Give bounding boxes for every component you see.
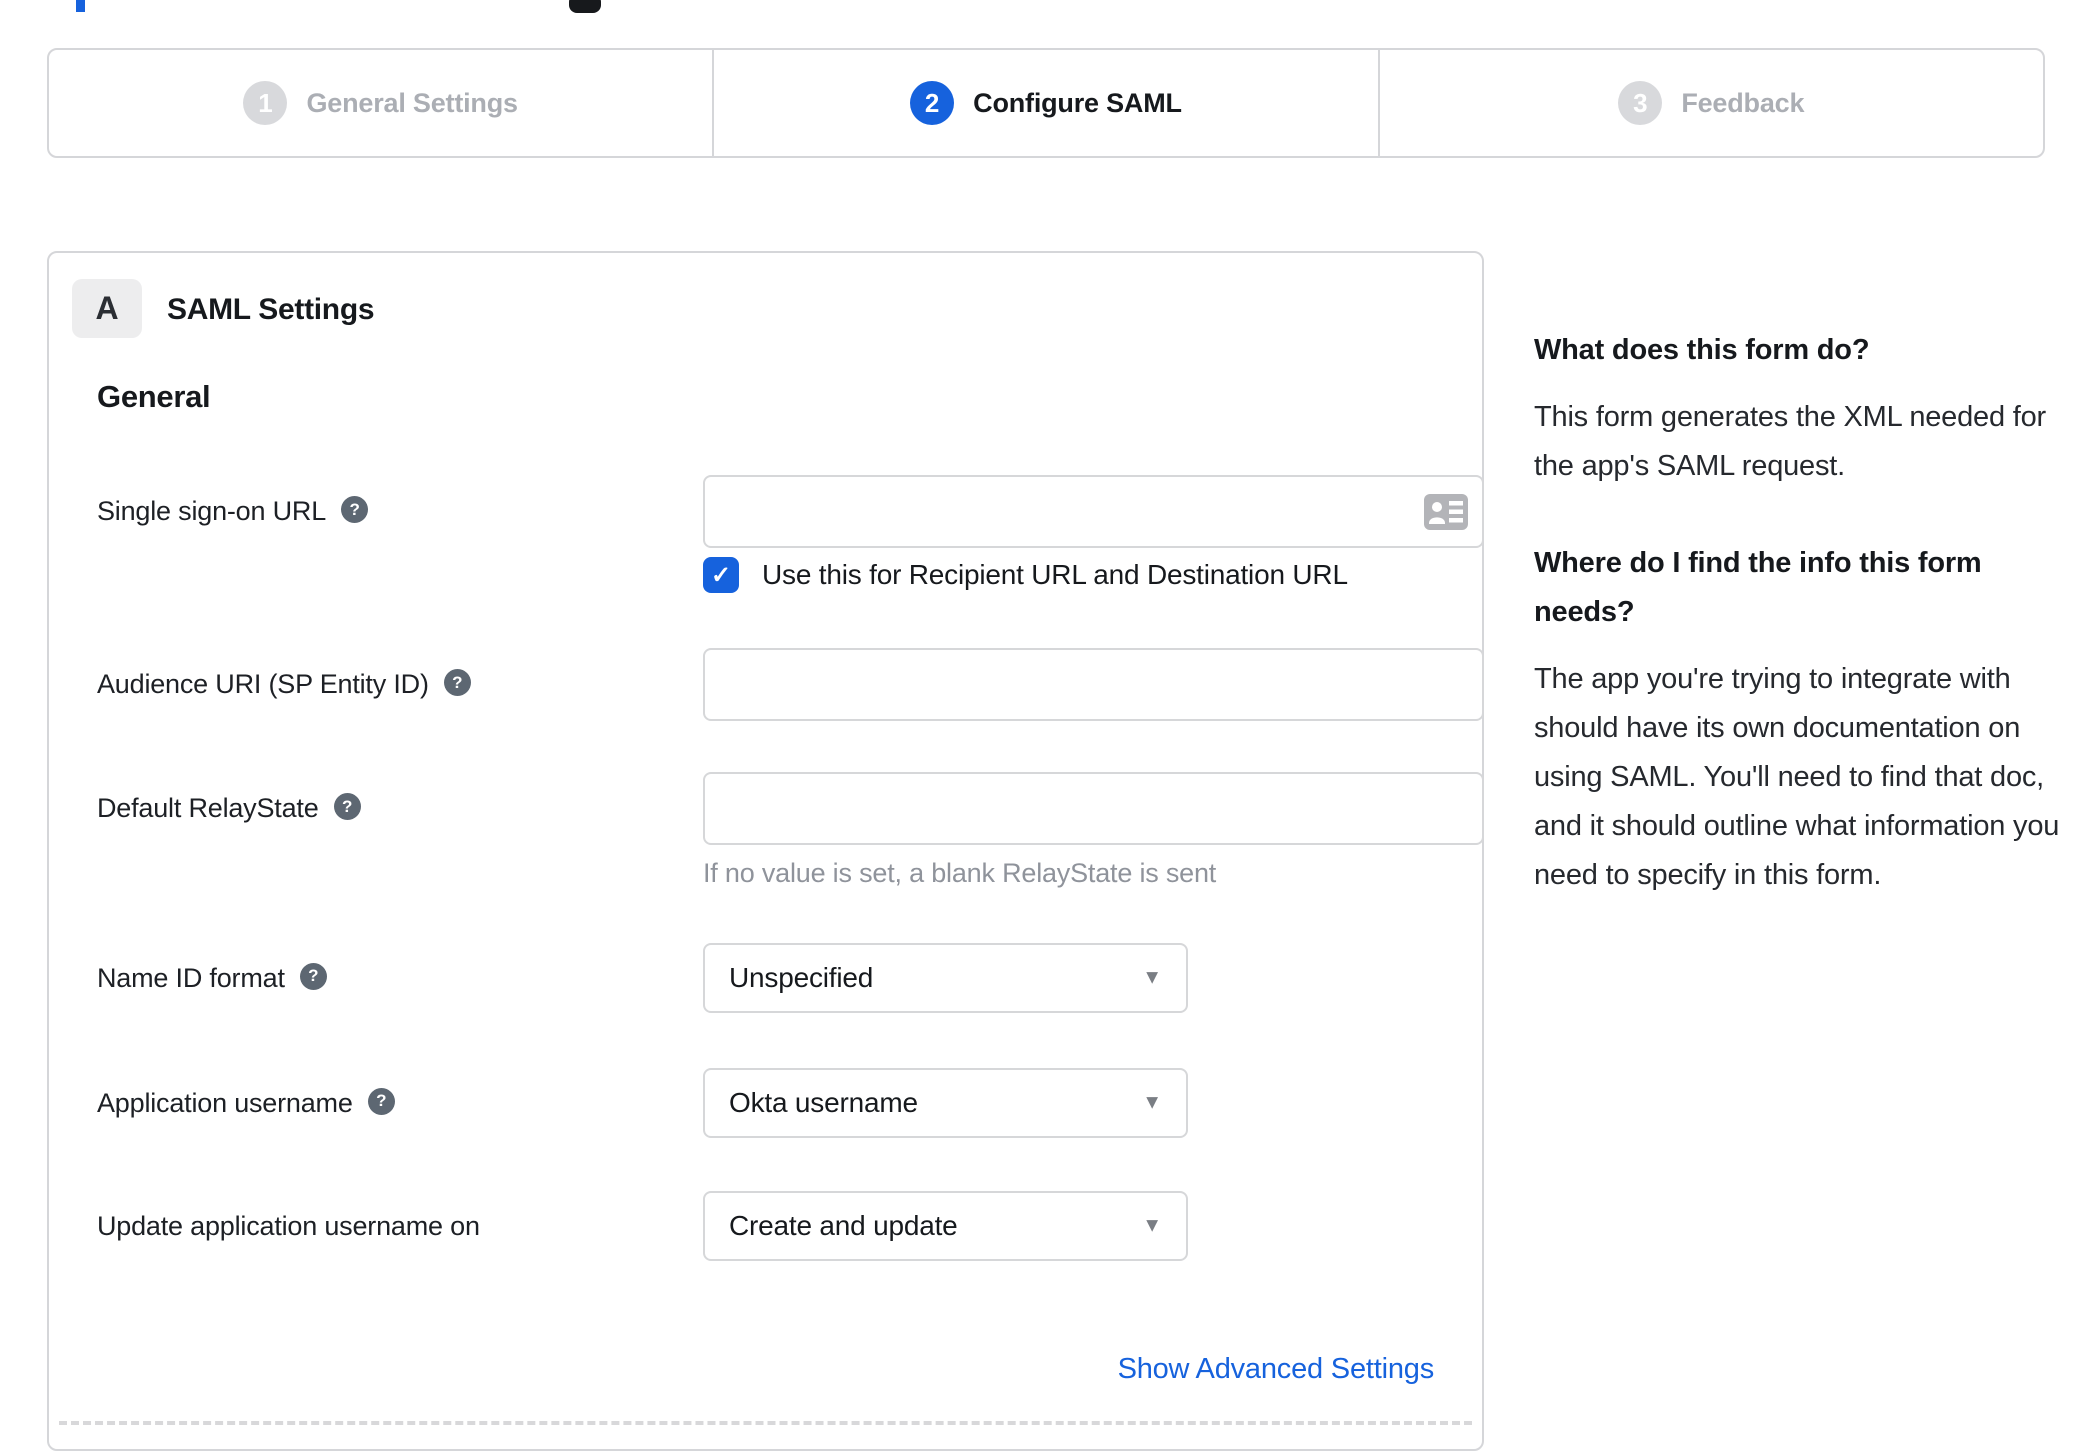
help-heading-what: What does this form do?	[1534, 334, 1870, 366]
contact-card-autofill-icon[interactable]	[1424, 493, 1468, 530]
field-label: Update application username on	[97, 1191, 480, 1261]
cropped-blue-fragment	[76, 0, 85, 12]
section-title: SAML Settings	[167, 293, 375, 326]
audience-uri-input[interactable]	[703, 648, 1484, 721]
help-icon[interactable]: ?	[333, 793, 361, 820]
cropped-dark-icon-fragment	[569, 0, 601, 13]
help-icon[interactable]: ?	[443, 669, 471, 696]
field-label: Name ID format ?	[97, 943, 327, 1013]
select-value: Create and update	[729, 1210, 958, 1241]
general-group-heading: General	[97, 379, 211, 414]
default-relaystate-input[interactable]	[703, 772, 1484, 845]
advanced-settings-row: Show Advanced Settings	[1118, 1353, 1435, 1386]
section-dashed-divider	[59, 1421, 1472, 1425]
step-label: Configure SAML	[973, 87, 1182, 118]
field-control: Create and update ▼	[703, 1191, 1188, 1261]
recipient-destination-checkbox-row[interactable]: ✓ Use this for Recipient URL and Destina…	[703, 557, 1484, 593]
field-label-text: Name ID format	[97, 962, 285, 993]
checkbox-label: Use this for Recipient URL and Destinati…	[762, 559, 1348, 590]
help-icon[interactable]: ?	[341, 496, 369, 523]
update-application-username-select[interactable]: Create and update ▼	[703, 1191, 1188, 1261]
wizard-stepper: 1 General Settings 2 Configure SAML 3 Fe…	[47, 48, 2045, 158]
help-icon[interactable]: ?	[299, 962, 327, 990]
help-icon[interactable]: ?	[367, 1087, 395, 1115]
single-sign-on-url-input[interactable]	[703, 475, 1484, 548]
step-label: General Settings	[306, 87, 518, 118]
field-label-text: Update application username on	[97, 1210, 480, 1241]
help-body-where: The app you're trying to integrate with …	[1534, 663, 2060, 891]
field-label-text: Application username	[97, 1087, 353, 1118]
step-general-settings[interactable]: 1 General Settings	[49, 50, 712, 156]
saml-settings-card: A SAML Settings General Single sign-on U…	[47, 251, 1484, 1451]
field-label: Application username ?	[97, 1068, 395, 1138]
checkbox-checked-icon[interactable]: ✓	[703, 557, 739, 593]
field-control: If no value is set, a blank RelayState i…	[703, 772, 1484, 889]
field-label-text: Default RelayState	[97, 793, 319, 823]
name-id-format-select[interactable]: Unspecified ▼	[703, 943, 1188, 1013]
help-sidebar: What does this form do? This form genera…	[1534, 326, 2068, 948]
select-value: Unspecified	[729, 962, 874, 993]
application-username-select[interactable]: Okta username ▼	[703, 1068, 1188, 1138]
field-control: Unspecified ▼	[703, 943, 1188, 1013]
field-control: Okta username ▼	[703, 1068, 1188, 1138]
step-configure-saml[interactable]: 2 Configure SAML	[712, 50, 1377, 156]
input-wrapper	[703, 475, 1484, 548]
field-control: ✓ Use this for Recipient URL and Destina…	[703, 475, 1484, 593]
section-a-badge: A	[72, 279, 142, 338]
field-label: Single sign-on URL ?	[97, 475, 369, 548]
step-number-badge: 3	[1618, 81, 1663, 125]
chevron-down-icon: ▼	[1142, 1091, 1162, 1114]
field-label-text: Audience URI (SP Entity ID)	[97, 669, 429, 699]
step-number-badge: 2	[910, 81, 955, 125]
chevron-down-icon: ▼	[1142, 1214, 1162, 1237]
field-control	[703, 648, 1484, 721]
field-label: Audience URI (SP Entity ID) ?	[97, 648, 471, 721]
step-number-badge: 1	[243, 81, 288, 125]
help-body-what: This form generates the XML needed for t…	[1534, 401, 2046, 482]
chevron-down-icon: ▼	[1142, 966, 1162, 989]
relaystate-hint-text: If no value is set, a blank RelayState i…	[703, 858, 1217, 888]
step-label: Feedback	[1681, 87, 1805, 118]
show-advanced-settings-link[interactable]: Show Advanced Settings	[1118, 1353, 1435, 1385]
field-label-text: Single sign-on URL	[97, 496, 327, 526]
field-label: Default RelayState ?	[97, 772, 361, 845]
help-heading-where: Where do I find the info this form needs…	[1534, 547, 1982, 628]
select-value: Okta username	[729, 1087, 918, 1118]
step-feedback[interactable]: 3 Feedback	[1377, 50, 2043, 156]
